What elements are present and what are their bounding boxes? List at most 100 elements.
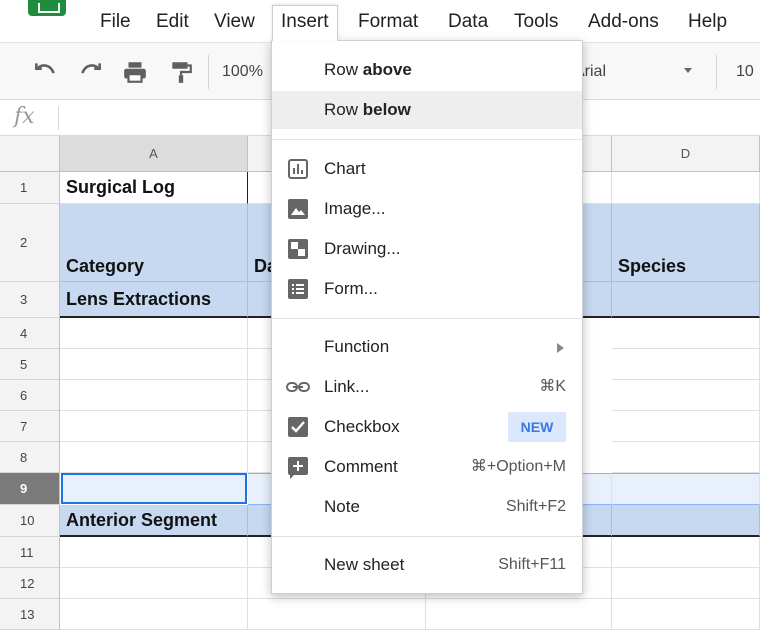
zoom-select[interactable]: 100% <box>222 63 263 81</box>
menu-edit[interactable]: Edit <box>150 8 195 36</box>
comment-icon <box>288 457 308 479</box>
row-header-13[interactable]: 13 <box>0 599 60 630</box>
cell-a9-active[interactable] <box>61 473 247 504</box>
row-above-bold: above <box>362 60 412 79</box>
menu-chart[interactable]: Chart <box>272 150 582 188</box>
cell-a4[interactable] <box>60 318 248 349</box>
menu-add-ons[interactable]: Add-ons <box>582 8 665 36</box>
column-header-a[interactable]: A <box>60 136 248 172</box>
image-icon <box>288 199 308 219</box>
menu-new-sheet[interactable]: New sheet Shift+F11 <box>272 546 582 584</box>
menu-image[interactable]: Image... <box>272 190 582 228</box>
cell-d8[interactable] <box>612 442 760 473</box>
cell-a12[interactable] <box>60 568 248 599</box>
cell-a11[interactable] <box>60 537 248 568</box>
menu-note[interactable]: Note Shift+F2 <box>272 488 582 526</box>
cell-a10[interactable]: Anterior Segment <box>60 505 248 537</box>
undo-icon[interactable] <box>32 59 58 85</box>
menu-row-below[interactable]: Row below <box>272 91 582 129</box>
menu-checkbox[interactable]: Checkbox NEW <box>272 408 582 446</box>
menu-separator <box>272 318 582 319</box>
cell-d2[interactable]: Species <box>612 204 760 282</box>
menu-file[interactable]: File <box>94 8 137 36</box>
row-header-10[interactable]: 10 <box>0 505 60 537</box>
row-header-3[interactable]: 3 <box>0 282 60 318</box>
menu-form[interactable]: Form... <box>272 270 582 308</box>
sheets-logo-icon[interactable] <box>28 0 66 16</box>
cell-d6[interactable] <box>612 380 760 411</box>
row-header-12[interactable]: 12 <box>0 568 60 599</box>
menu-new-sheet-shortcut: Shift+F11 <box>498 556 566 573</box>
cell-a8[interactable] <box>60 442 248 473</box>
menu-comment[interactable]: Comment ⌘+Option+M <box>272 448 582 486</box>
cell-d10[interactable] <box>612 505 760 537</box>
cell-d7[interactable] <box>612 411 760 442</box>
row-header-1[interactable]: 1 <box>0 172 60 204</box>
paint-format-icon[interactable] <box>168 59 194 85</box>
menu-checkbox-label: Checkbox <box>324 417 400 436</box>
cell-d3[interactable] <box>612 282 760 318</box>
row-header-4[interactable]: 4 <box>0 318 60 349</box>
chart-icon <box>288 159 308 179</box>
select-all-corner[interactable] <box>0 136 60 172</box>
menu-insert[interactable]: Insert <box>272 5 338 41</box>
menu-drawing[interactable]: Drawing... <box>272 230 582 268</box>
menu-link-label: Link... <box>324 377 370 396</box>
cell-d4[interactable] <box>612 318 760 349</box>
menu-view[interactable]: View <box>208 8 261 36</box>
cell-d13[interactable] <box>612 599 760 630</box>
menu-function[interactable]: Function <box>272 328 582 366</box>
menu-note-shortcut: Shift+F2 <box>505 498 566 515</box>
menu-comment-shortcut: ⌘+Option+M <box>470 458 566 475</box>
menu-help[interactable]: Help <box>682 8 733 36</box>
column-header-d[interactable]: D <box>612 136 760 172</box>
menu-format[interactable]: Format <box>352 8 424 36</box>
menu-function-label: Function <box>324 337 390 356</box>
menu-new-sheet-label: New sheet <box>324 555 405 574</box>
cell-d1[interactable] <box>612 172 760 204</box>
row-header-7[interactable]: 7 <box>0 411 60 442</box>
row-header-2[interactable]: 2 <box>0 204 60 282</box>
formula-divider <box>58 106 59 130</box>
cell-d12[interactable] <box>612 568 760 599</box>
row-above-prefix: Row <box>324 60 363 79</box>
menu-bar: File Edit View Insert Format Data Tools … <box>0 0 760 42</box>
cell-c13[interactable] <box>426 599 612 630</box>
form-icon <box>288 279 308 299</box>
row-below-prefix: Row <box>324 100 363 119</box>
row-below-bold: below <box>362 100 411 119</box>
print-icon[interactable] <box>122 59 148 85</box>
cell-a13[interactable] <box>60 599 248 630</box>
row-header-11[interactable]: 11 <box>0 537 60 568</box>
cell-a1[interactable]: Surgical Log <box>60 172 248 204</box>
drawing-icon <box>288 239 308 259</box>
cell-a3[interactable]: Lens Extractions <box>60 282 248 318</box>
menu-row-above[interactable]: Row above <box>272 51 582 89</box>
insert-menu: Row above Row below Chart Image... Drawi… <box>271 40 583 594</box>
row-header-9[interactable]: 9 <box>0 473 60 505</box>
menu-data[interactable]: Data <box>442 8 494 36</box>
cell-a6[interactable] <box>60 380 248 411</box>
menu-form-label: Form... <box>324 279 378 298</box>
cell-d11[interactable] <box>612 537 760 568</box>
cell-b13[interactable] <box>248 599 426 630</box>
menu-separator <box>272 536 582 537</box>
cell-d5[interactable] <box>612 349 760 380</box>
submenu-arrow-icon <box>557 343 564 353</box>
redo-icon[interactable] <box>78 59 104 85</box>
toolbar-divider <box>208 55 209 89</box>
row-header-5[interactable]: 5 <box>0 349 60 380</box>
row-header-6[interactable]: 6 <box>0 380 60 411</box>
cell-a2[interactable]: Category <box>60 204 248 282</box>
menu-tools[interactable]: Tools <box>508 8 564 36</box>
menu-link[interactable]: Link... ⌘K <box>272 368 582 406</box>
chevron-down-icon[interactable] <box>684 68 692 73</box>
menu-note-label: Note <box>324 497 360 516</box>
font-size-select[interactable]: 10 <box>736 63 754 81</box>
row-header-8[interactable]: 8 <box>0 442 60 473</box>
cell-a5[interactable] <box>60 349 248 380</box>
new-badge: NEW <box>508 412 566 442</box>
cell-a7[interactable] <box>60 411 248 442</box>
toolbar-divider <box>716 55 717 89</box>
cell-d9[interactable] <box>612 473 760 505</box>
